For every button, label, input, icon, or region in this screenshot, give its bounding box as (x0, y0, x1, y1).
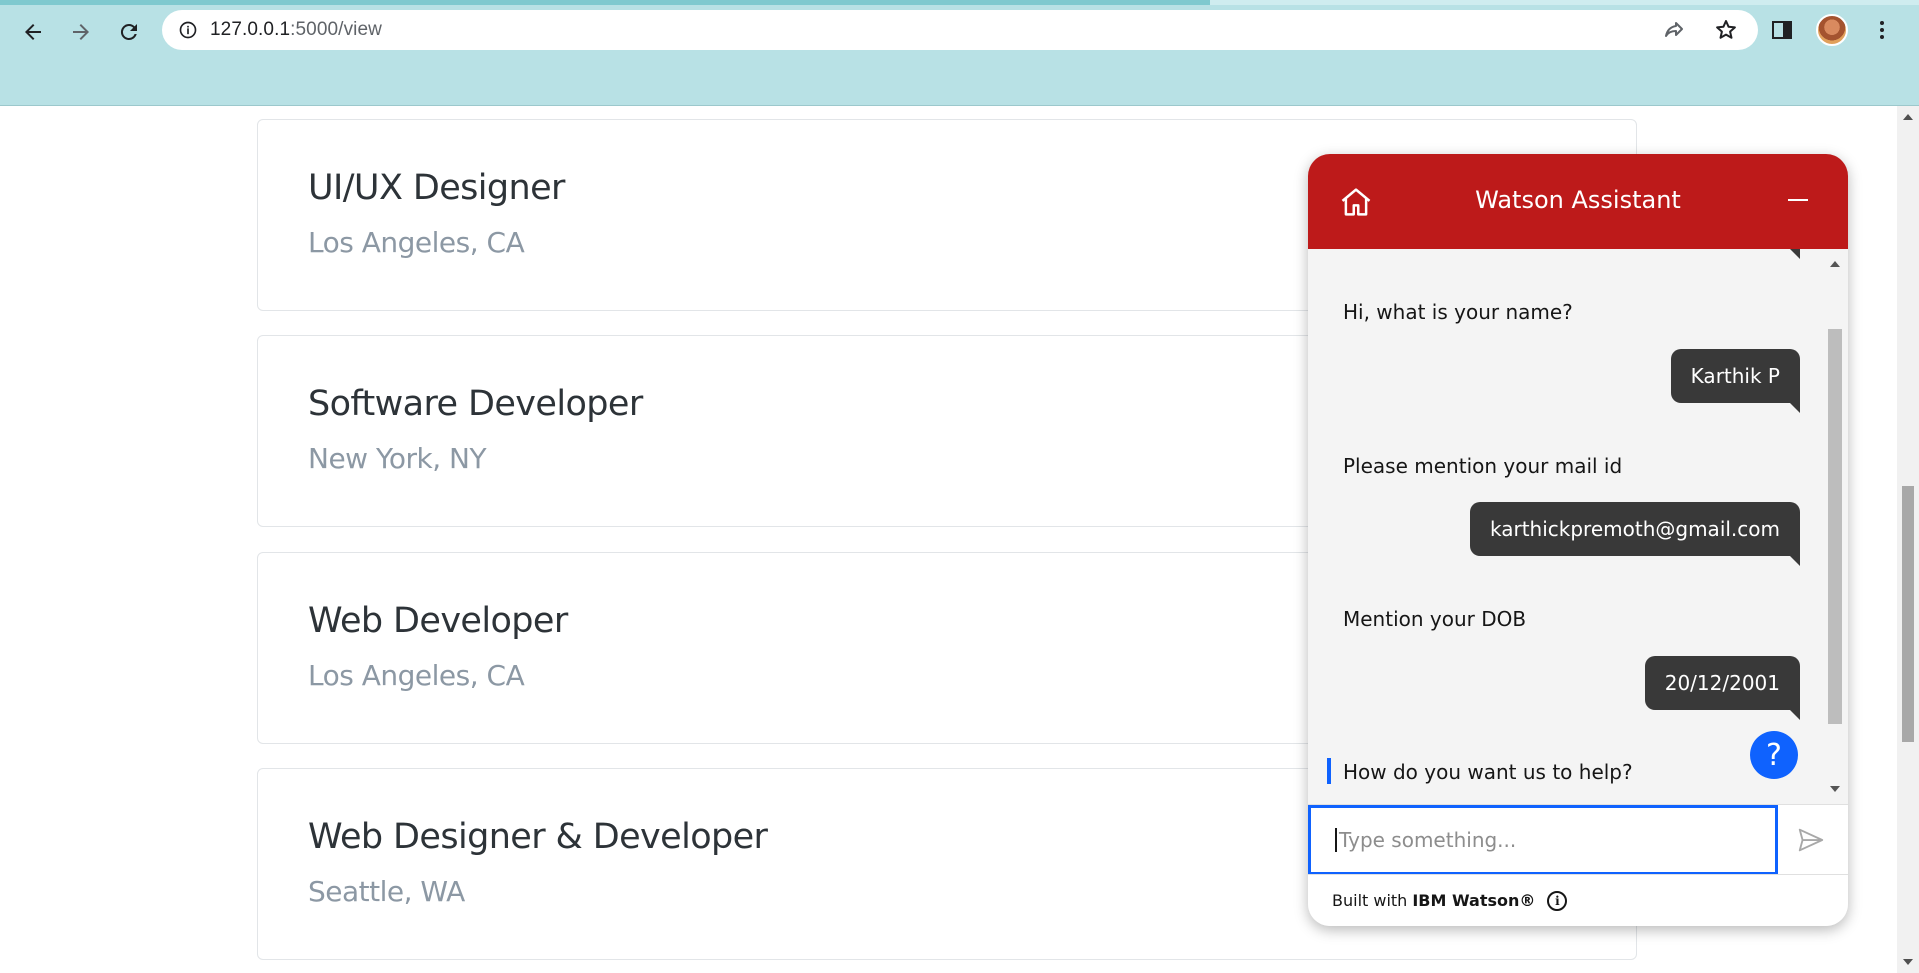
job-location: New York, NY (308, 442, 487, 475)
bot-message: Please mention your mail id (1343, 454, 1623, 478)
job-title: Web Designer & Developer (308, 817, 768, 857)
chat-input-row: Type something... (1308, 804, 1848, 875)
browser-toolbar: 127.0.0.1:5000/view (0, 0, 1919, 106)
chat-scroll-down-icon[interactable] (1830, 786, 1840, 792)
url-path: :5000/view (290, 19, 382, 40)
chat-title: Watson Assistant (1475, 186, 1681, 214)
address-bar[interactable]: 127.0.0.1:5000/view (162, 10, 1758, 50)
job-title: Software Developer (308, 384, 643, 424)
page-scroll-thumb[interactable] (1902, 486, 1914, 742)
job-title: UI/UX Designer (308, 168, 565, 208)
footer-brand: IBM Watson® (1412, 891, 1536, 910)
back-arrow-icon[interactable] (15, 14, 51, 50)
info-icon[interactable] (178, 20, 198, 40)
bot-message: Mention your DOB (1343, 607, 1527, 631)
profile-avatar[interactable] (1816, 14, 1848, 46)
share-icon[interactable] (1662, 18, 1686, 42)
tab-strip (0, 0, 1919, 5)
forward-arrow-icon[interactable] (63, 14, 99, 50)
page-scrollbar[interactable] (1897, 106, 1919, 973)
current-prompt-indicator (1327, 758, 1331, 784)
scroll-down-arrow-icon[interactable] (1903, 959, 1913, 965)
info-icon[interactable]: i (1547, 890, 1568, 911)
job-location: Los Angeles, CA (308, 659, 525, 692)
job-location: Seattle, WA (308, 875, 465, 908)
job-location: Los Angeles, CA (308, 226, 525, 259)
previous-bubble-tail (1790, 249, 1800, 259)
chat-input-placeholder: Type something... (1339, 828, 1517, 852)
watson-assistant-widget: Watson Assistant Hi, what is your name? … (1308, 154, 1848, 926)
footer-prefix: Built with (1332, 891, 1408, 910)
chat-header: Watson Assistant (1308, 154, 1848, 249)
bot-message: How do you want us to help? (1343, 760, 1633, 784)
side-panel-icon[interactable] (1770, 18, 1794, 42)
kebab-menu-icon[interactable] (1870, 18, 1894, 42)
scroll-up-arrow-icon[interactable] (1903, 114, 1913, 120)
user-message: 20/12/2001 (1644, 656, 1801, 720)
star-icon[interactable] (1714, 18, 1738, 42)
url-host: 127.0.0.1 (210, 19, 291, 40)
minimize-icon[interactable] (1788, 199, 1808, 201)
help-button[interactable]: ? (1750, 731, 1798, 779)
reload-icon[interactable] (111, 14, 147, 50)
job-title: Web Developer (308, 601, 568, 641)
url-text: 127.0.0.1:5000/view (210, 19, 382, 41)
user-message: karthickpremoth@gmail.com (1470, 502, 1800, 566)
chat-input[interactable]: Type something... (1308, 805, 1778, 875)
chat-scrollbar[interactable] (1824, 249, 1846, 804)
bot-message: Hi, what is your name? (1343, 300, 1573, 324)
send-icon[interactable] (1796, 825, 1826, 855)
text-caret (1335, 828, 1337, 852)
chat-scroll-up-icon[interactable] (1830, 261, 1840, 267)
chat-scroll-thumb[interactable] (1828, 329, 1842, 724)
user-message: Karthik P (1670, 349, 1801, 413)
chat-footer: Built with IBM Watson® i (1308, 874, 1848, 926)
active-tab-indicator (0, 0, 1210, 5)
